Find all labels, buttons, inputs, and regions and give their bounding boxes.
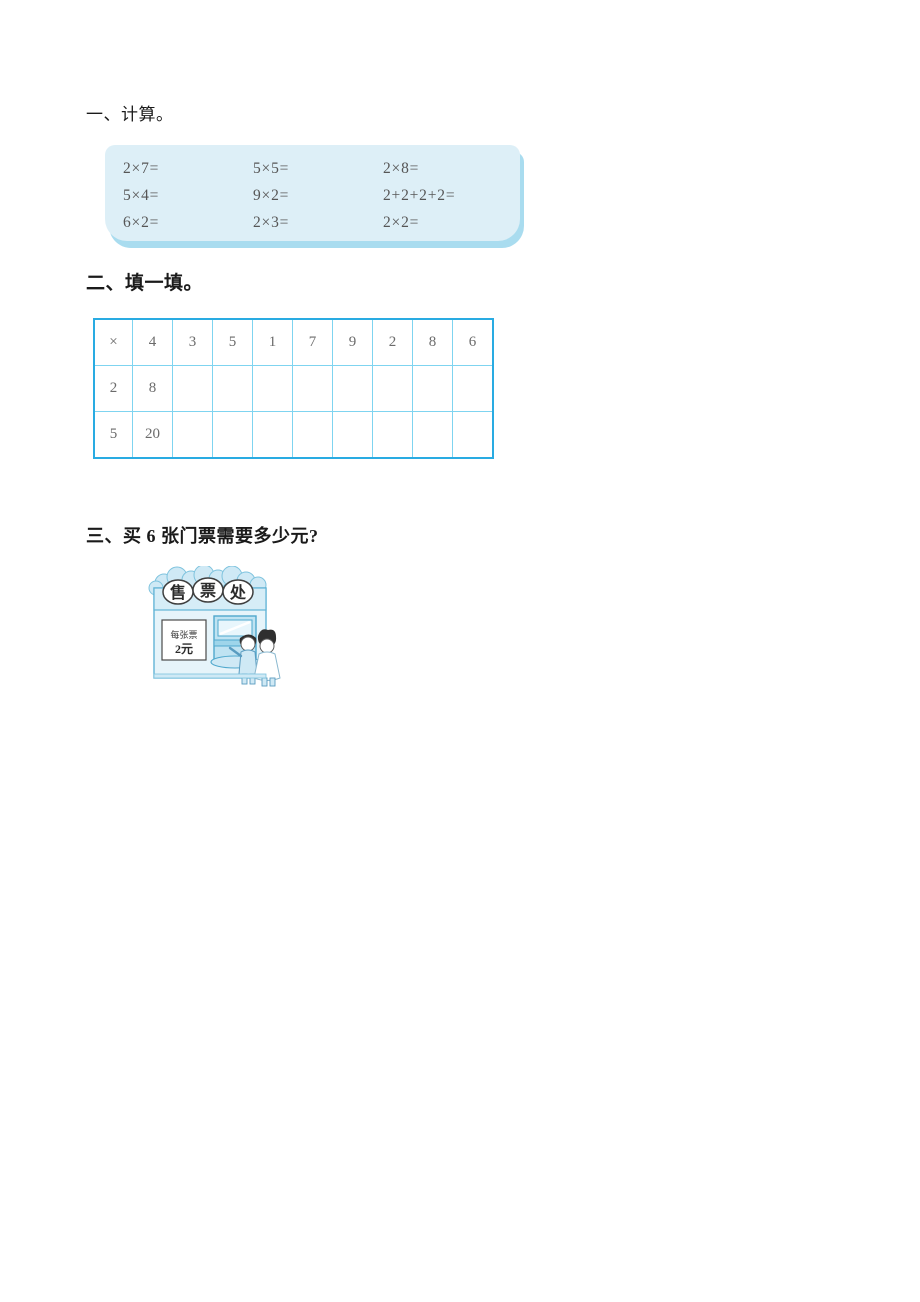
section-one-heading: 一、计算。 — [86, 105, 174, 124]
table-header-cell: 2 — [372, 318, 413, 366]
calc-problem: 2×8= — [383, 159, 420, 177]
table-row: 2 8 — [93, 365, 494, 412]
table-answer-cell[interactable] — [332, 411, 373, 459]
ticket-booth-illustration: 售 票 处 每张票 2元 — [142, 566, 283, 690]
calc-problem: 5×4= — [123, 186, 160, 204]
table-answer-cell[interactable] — [212, 411, 253, 459]
section-three-heading: 三、买 6 张门票需要多少元? — [86, 526, 319, 546]
table-answer-cell[interactable] — [252, 365, 293, 412]
table-answer-cell[interactable] — [452, 365, 494, 412]
svg-text:2元: 2元 — [175, 642, 193, 656]
price-sign: 每张票 2元 — [161, 619, 207, 661]
table-header-cell: 5 — [212, 318, 253, 366]
table-row: 5 20 — [93, 411, 494, 459]
table-header-cell: 3 — [172, 318, 213, 366]
table-header-cell: 1 — [252, 318, 293, 366]
calculation-grid: 2×7= 5×5= 2×8= 5×4= 9×2= 2+2+2+2= 6×2= 2… — [105, 145, 520, 241]
table-answer-cell[interactable]: 20 — [132, 411, 173, 459]
table-answer-cell[interactable] — [292, 365, 333, 412]
section-two-heading: 二、填一填。 — [86, 273, 204, 294]
table-header-cell: 9 — [332, 318, 373, 366]
table-answer-cell[interactable] — [172, 365, 213, 412]
table-answer-cell[interactable] — [372, 365, 413, 412]
table-header-cell: × — [93, 318, 133, 366]
svg-text:每张票: 每张票 — [170, 629, 197, 640]
calc-problem: 2×3= — [253, 213, 290, 231]
table-answer-cell[interactable] — [412, 411, 453, 459]
table-header-cell: 8 — [412, 318, 453, 366]
table-answer-cell[interactable] — [372, 411, 413, 459]
calc-problem: 2×2= — [383, 213, 420, 231]
table-header-cell: 6 — [452, 318, 494, 366]
svg-text:处: 处 — [229, 583, 247, 602]
calc-problem: 2×7= — [123, 159, 160, 177]
booth-sign: 售 票 处 — [162, 577, 254, 605]
table-answer-cell[interactable] — [452, 411, 494, 459]
table-header-cell: 4 — [132, 318, 173, 366]
calc-problem: 9×2= — [253, 186, 290, 204]
table-header-cell: 7 — [292, 318, 333, 366]
table-header-row: × 4 3 5 1 7 9 2 8 6 — [93, 318, 494, 366]
table-answer-cell[interactable] — [412, 365, 453, 412]
svg-text:售: 售 — [170, 583, 186, 602]
calculation-panel: 2×7= 5×5= 2×8= 5×4= 9×2= 2+2+2+2= 6×2= 2… — [105, 145, 520, 241]
table-answer-cell[interactable] — [172, 411, 213, 459]
svg-text:票: 票 — [200, 582, 216, 600]
table-answer-cell[interactable] — [332, 365, 373, 412]
calc-problem: 5×5= — [253, 159, 290, 177]
table-answer-cell[interactable]: 8 — [132, 365, 173, 412]
multiplication-table: × 4 3 5 1 7 9 2 8 6 2 8 5 20 — [93, 318, 494, 459]
calc-problem: 2+2+2+2= — [383, 186, 456, 204]
table-answer-cell[interactable] — [252, 411, 293, 459]
table-row-label: 5 — [93, 411, 133, 459]
table-row-label: 2 — [93, 365, 133, 412]
table-answer-cell[interactable] — [212, 365, 253, 412]
table-answer-cell[interactable] — [292, 411, 333, 459]
calc-problem: 6×2= — [123, 213, 160, 231]
